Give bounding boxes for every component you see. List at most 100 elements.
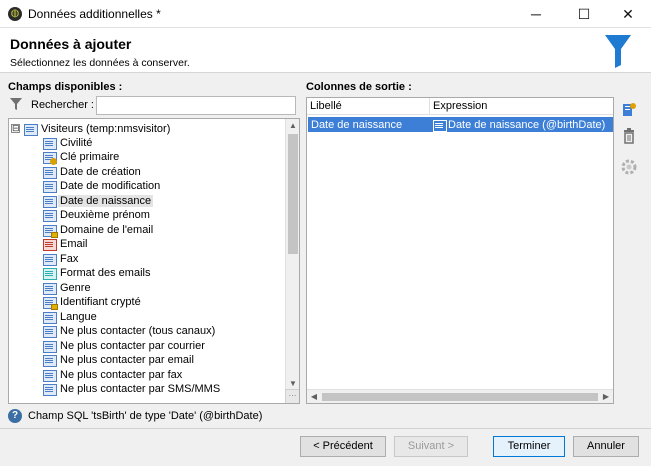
cell-expression-text: Date de naissance (@birthDate) (448, 118, 606, 131)
tree-item-ne-plus-contacter[interactable]: Ne plus contacter (tous canaux) (43, 324, 217, 338)
field-icon (43, 384, 57, 396)
window-title: Données additionnelles * (28, 7, 161, 21)
tree-item-label: Date de création (60, 166, 141, 178)
table-row[interactable]: Date de naissance Date de naissance (@bi… (308, 117, 613, 132)
title-bar: ◍ Données additionnelles * ─ ☐ ✕ (0, 0, 651, 28)
tree-item-langue[interactable]: Langue (43, 310, 99, 324)
tree-item-label: Domaine de l'email (60, 224, 154, 236)
tree-item-label: Ne plus contacter par courrier (60, 340, 205, 352)
tree-item-label: Fax (60, 253, 79, 265)
tree-item-label: Genre (60, 282, 91, 294)
cell-expression: Date de naissance (@birthDate) (430, 118, 606, 132)
cancel-button[interactable]: Annuler (573, 436, 639, 457)
tree-item-ne-plus-contacter-fax[interactable]: Ne plus contacter par fax (43, 368, 184, 382)
tree-item-ne-plus-contacter-courrier[interactable]: Ne plus contacter par courrier (43, 339, 207, 353)
finish-button[interactable]: Terminer (493, 436, 565, 457)
field-icon (43, 254, 57, 266)
previous-button[interactable]: < Précédent (300, 436, 386, 457)
field-icon (43, 355, 57, 367)
tree-item-label: Civilité (60, 137, 93, 149)
tree-item-cle-primaire[interactable]: Clé primaire (43, 150, 121, 165)
tree-item-ne-plus-contacter-email[interactable]: Ne plus contacter par email (43, 353, 196, 367)
key-field-icon (43, 152, 57, 165)
field-icon (43, 312, 57, 324)
maximize-button[interactable]: ☐ (561, 0, 607, 28)
tree-item-label: Ne plus contacter (tous canaux) (60, 325, 216, 337)
output-columns-table[interactable]: Libellé Expression Date de naissance Dat… (306, 97, 614, 404)
table-horizontal-scrollbar[interactable]: ◀ ▶ (307, 389, 613, 403)
page-subtitle: Sélectionnez les données à conserver. (10, 57, 190, 69)
scroll-up-icon[interactable]: ▲ (286, 119, 299, 133)
column-header-expression[interactable]: Expression (430, 98, 613, 115)
tree-item-label: Format des emails (60, 267, 151, 279)
field-icon (43, 341, 57, 353)
status-bar: ? Champ SQL 'tsBirth' de type 'Date' (@b… (8, 408, 262, 424)
tree-item-label: Ne plus contacter par email (60, 354, 194, 366)
enum-field-icon (43, 268, 57, 280)
footer-divider (0, 428, 651, 429)
field-icon (43, 196, 57, 208)
field-icon (43, 181, 57, 193)
tree-item-genre[interactable]: Genre (43, 281, 93, 295)
output-columns-label: Colonnes de sortie : (306, 81, 412, 93)
funnel-icon (605, 35, 631, 68)
cell-label: Date de naissance (311, 118, 403, 131)
next-button[interactable]: Suivant > (394, 436, 468, 457)
tree-item-label: Identifiant crypté (60, 296, 141, 308)
page-title: Données à ajouter (10, 36, 132, 52)
scroll-right-icon[interactable]: ▶ (599, 390, 613, 403)
tree-item-domaine-email[interactable]: Domaine de l'email (43, 223, 155, 238)
email-field-icon (43, 239, 57, 251)
collapse-icon[interactable]: ⊟ (11, 124, 20, 133)
tree-item-email[interactable]: Email (43, 237, 90, 251)
minimize-button[interactable]: ─ (513, 0, 559, 28)
computed-field-icon (43, 225, 58, 238)
tree-item-label: Date de modification (60, 180, 161, 192)
delete-icon[interactable] (620, 127, 638, 145)
tree-item-label: Date de naissance (58, 195, 154, 207)
app-icon: ◍ (8, 7, 22, 21)
table-header: Libellé Expression (307, 98, 613, 115)
add-column-icon[interactable] (620, 101, 638, 119)
field-icon (43, 167, 57, 179)
wizard-header: Données à ajouter Sélectionnez les donné… (0, 28, 651, 73)
tree-vertical-scrollbar[interactable]: ▲ ▼ (285, 119, 299, 391)
field-icon (43, 370, 57, 382)
tree-item-fax[interactable]: Fax (43, 252, 80, 266)
tree-item-civilite[interactable]: Civilité (43, 136, 94, 150)
tree-item-deuxieme-prenom[interactable]: Deuxième prénom (43, 208, 152, 222)
tree-item-label: Ne plus contacter par SMS/MMS (60, 383, 221, 395)
scroll-left-icon[interactable]: ◀ (307, 390, 321, 403)
scroll-thumb[interactable] (288, 134, 298, 254)
available-fields-tree[interactable]: ⊟ Visiteurs (temp:nmsvisitor) Civilité C… (8, 118, 300, 404)
settings-icon[interactable] (620, 158, 638, 176)
column-header-label[interactable]: Libellé (307, 98, 430, 115)
field-icon (43, 210, 57, 222)
close-button[interactable]: ✕ (605, 0, 651, 28)
tree-item-label: Ne plus contacter par fax (60, 369, 183, 381)
available-fields-label: Champs disponibles : (8, 81, 123, 93)
tree-root-label: Visiteurs (temp:nmsvisitor) (41, 122, 171, 135)
status-text: Champ SQL 'tsBirth' de type 'Date' (@bir… (28, 410, 263, 422)
tree-item-date-creation[interactable]: Date de création (43, 165, 143, 179)
tree-item-label: Langue (60, 311, 97, 323)
tree-item-ne-plus-contacter-sms[interactable]: Ne plus contacter par SMS/MMS (43, 382, 222, 396)
table-icon (24, 123, 38, 136)
tree-root-node[interactable]: ⊟ Visiteurs (temp:nmsvisitor) (11, 121, 172, 136)
tree-item-format-emails[interactable]: Format des emails (43, 266, 152, 280)
resize-grip-icon: ⋯ (285, 389, 299, 403)
help-icon[interactable]: ? (8, 409, 22, 423)
tree-item-date-naissance[interactable]: Date de naissance (43, 194, 154, 208)
tree-item-label: Email (60, 238, 88, 250)
tree-item-identifiant-crypte[interactable]: Identifiant crypté (43, 295, 143, 310)
search-input[interactable] (96, 96, 296, 115)
tree-item-label: Deuxième prénom (60, 209, 150, 221)
tree-item-date-modification[interactable]: Date de modification (43, 179, 162, 193)
field-icon (433, 119, 447, 132)
tree-item-label: Clé primaire (60, 151, 120, 163)
search-label: Rechercher : (31, 99, 94, 111)
scroll-thumb[interactable] (322, 393, 598, 401)
field-icon (43, 326, 57, 338)
computed-field-icon (43, 297, 58, 310)
field-icon (43, 138, 57, 150)
